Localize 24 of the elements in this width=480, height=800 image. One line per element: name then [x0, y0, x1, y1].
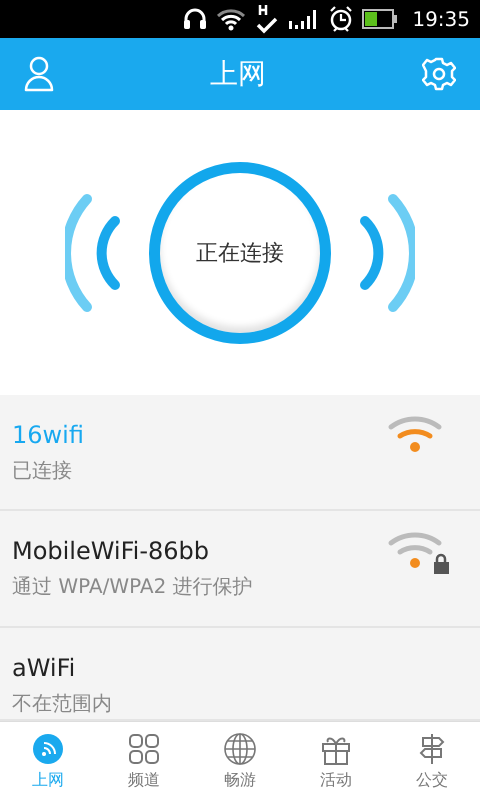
- network-name[interactable]: MobileWiFi-86bb: [12, 537, 253, 565]
- network-status: 通过 WPA/WPA2 进行保护: [12, 573, 253, 600]
- headset-icon: [182, 6, 208, 32]
- wifi-icon: [216, 7, 246, 31]
- nav-tab[interactable]: 频道: [96, 722, 192, 800]
- network-status: 不在范围内: [12, 690, 112, 717]
- clock-time: 19:35: [412, 7, 470, 31]
- network-status: 已连接: [12, 457, 73, 484]
- wifi-circle-icon: [31, 732, 65, 766]
- connection-ring[interactable]: 正在连接: [149, 162, 331, 344]
- nav-tab[interactable]: 上网: [0, 722, 96, 800]
- nav-tab[interactable]: 畅游: [192, 722, 288, 800]
- grid-icon: [127, 732, 161, 766]
- nav-tab[interactable]: 公交: [384, 722, 480, 800]
- battery-icon: [362, 8, 398, 30]
- nav-tab[interactable]: 活动: [288, 722, 384, 800]
- settings-icon[interactable]: [422, 57, 456, 91]
- user-icon[interactable]: [24, 56, 54, 92]
- alarm-clock-icon: [328, 5, 354, 33]
- globe-icon: [223, 732, 257, 766]
- network-name[interactable]: 16wifi: [12, 421, 84, 449]
- network-name[interactable]: aWiFi: [12, 654, 112, 682]
- connection-status: 正在连接: [196, 240, 284, 268]
- header-title: 上网: [210, 56, 266, 92]
